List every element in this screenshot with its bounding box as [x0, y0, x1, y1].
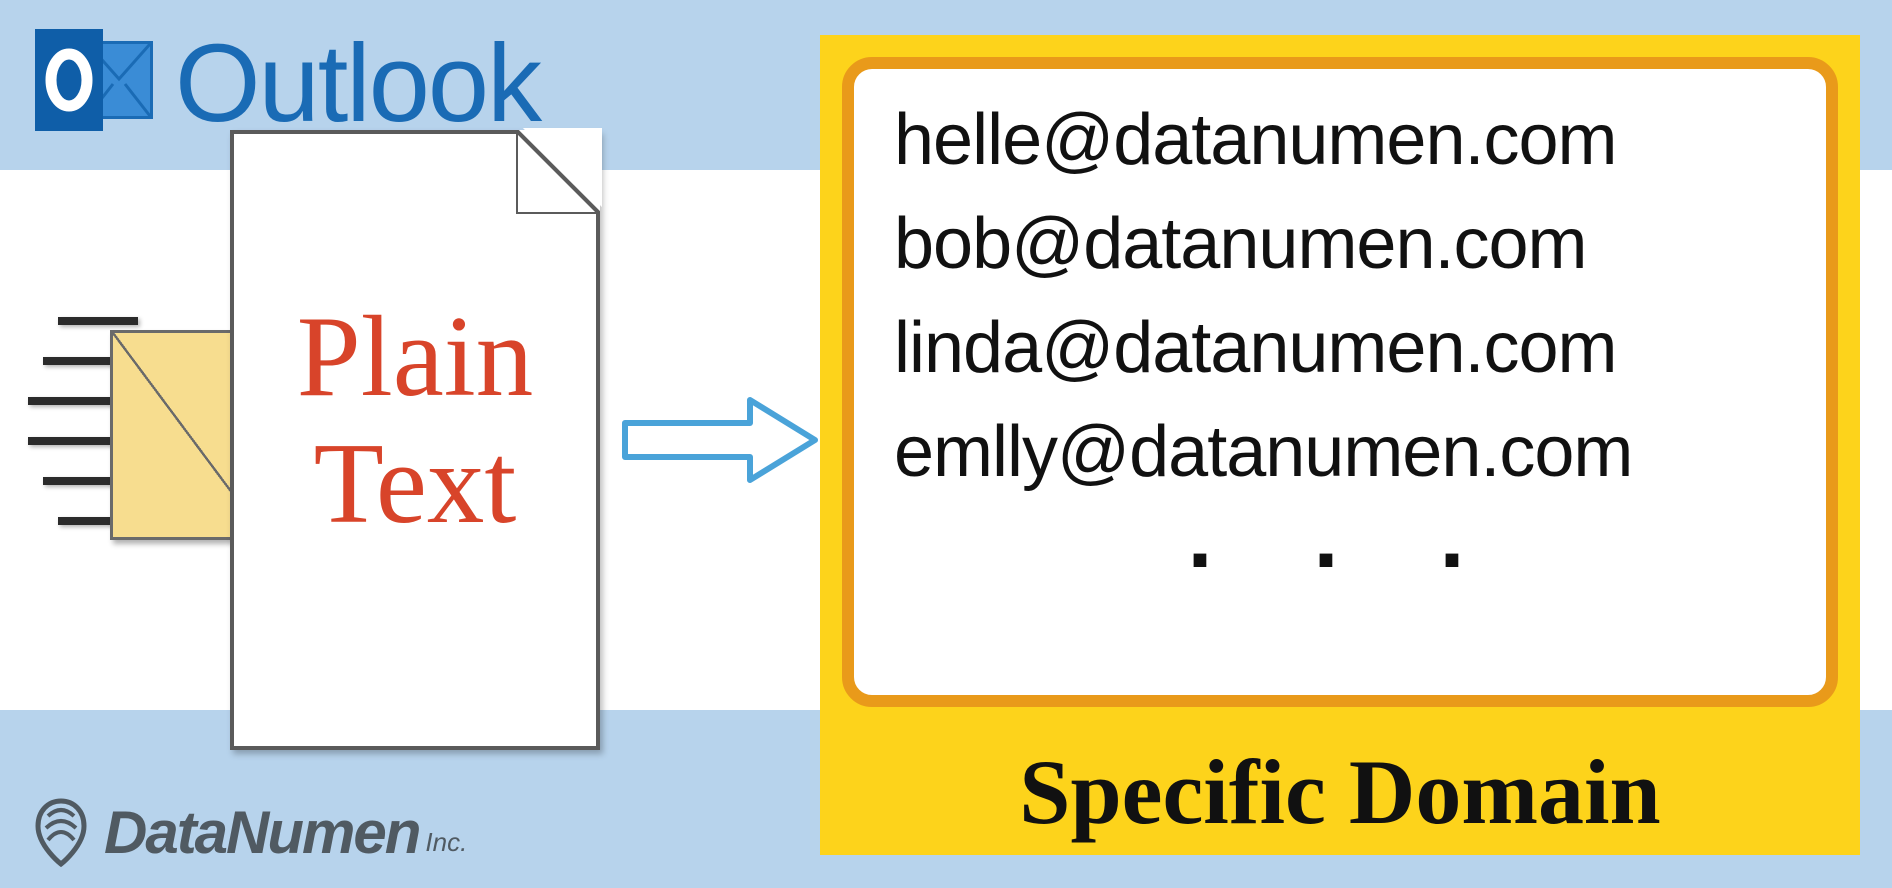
document-label-line2: Text: [234, 421, 596, 548]
email-item: linda@datanumen.com: [894, 307, 1796, 389]
document-label-line1: Plain: [234, 294, 596, 421]
email-item: emlly@datanumen.com: [894, 411, 1796, 493]
outlook-logo: Outlook: [35, 20, 540, 147]
domain-email-list: helle@datanumen.com bob@datanumen.com li…: [842, 57, 1838, 707]
document-icon: Plain Text: [230, 130, 600, 750]
email-item: helle@datanumen.com: [894, 99, 1796, 181]
footer-logo: DataNumen Inc.: [28, 796, 467, 868]
outlook-title: Outlook: [175, 20, 540, 147]
domain-caption: Specific Domain: [820, 739, 1860, 845]
footer-suffix: Inc.: [425, 827, 467, 858]
document-label: Plain Text: [234, 294, 596, 547]
ellipsis: . . .: [894, 515, 1796, 560]
footer-company: DataNumen: [104, 798, 419, 867]
domain-panel: helle@datanumen.com bob@datanumen.com li…: [820, 35, 1860, 855]
email-item: bob@datanumen.com: [894, 203, 1796, 285]
datanumen-icon: [28, 796, 94, 868]
arrow-icon: [620, 395, 820, 485]
outlook-icon: [35, 29, 155, 139]
